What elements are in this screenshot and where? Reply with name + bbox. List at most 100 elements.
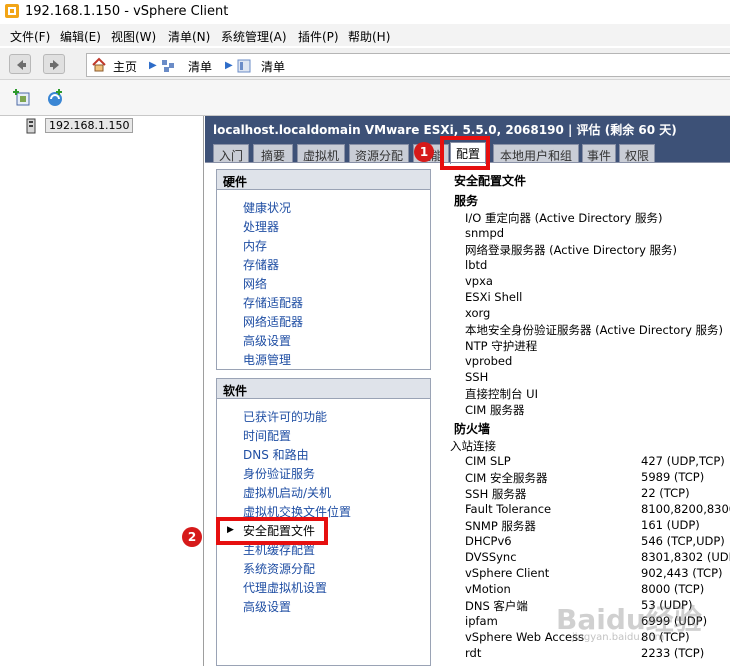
firewall-rule-name: ipfam [465, 614, 498, 628]
title-bar: 192.168.1.150 - vSphere Client [0, 0, 730, 24]
menu-file[interactable]: 文件(F) [10, 28, 50, 45]
menu-administration[interactable]: 系统管理(A) [221, 28, 287, 45]
firewall-rule-ports: 8100,8200,8300 (TCP [641, 502, 730, 516]
service-item: 本地安全身份验证服务器 (Active Directory 服务) [465, 323, 724, 337]
service-item: I/O 重定向器 (Active Directory 服务) [465, 211, 663, 225]
tab-local-users-groups[interactable]: 本地用户和组 [493, 144, 579, 162]
firewall-rule-ports: 8301,8302 (UDP) [641, 550, 730, 564]
link-processors[interactable]: 处理器 [243, 218, 279, 235]
breadcrumb: 主页 ▶ 清单 ▶ 清单 [86, 53, 730, 77]
firewall-rule-ports: 2233 (TCP) [641, 646, 705, 660]
service-item: 直接控制台 UI [465, 387, 538, 401]
link-storage[interactable]: 存储器 [243, 256, 279, 273]
service-item: xorg [465, 306, 491, 320]
vsphere-app-icon [5, 4, 19, 18]
forward-arrow-icon [50, 60, 59, 70]
firewall-rule-ports: 902,443 (TCP) [641, 566, 723, 580]
firewall-rule-ports: 22 (TCP) [641, 486, 690, 500]
tab-permissions[interactable]: 权限 [619, 144, 655, 162]
annotation-box-config-tab [440, 136, 490, 170]
firewall-rule-name: DNS 客户端 [465, 599, 528, 613]
navigation-bar: 主页 ▶ 清单 ▶ 清单 [0, 48, 730, 80]
link-memory[interactable]: 内存 [243, 237, 267, 254]
link-power-management[interactable]: 电源管理 [243, 351, 291, 368]
link-time-configuration[interactable]: 时间配置 [243, 427, 291, 444]
hardware-heading: 硬件 [217, 170, 430, 190]
new-vm-icon[interactable] [44, 87, 66, 109]
menu-bar: 文件(F) 编辑(E) 视图(W) 清单(N) 系统管理(A) 插件(P) 帮助… [0, 24, 730, 46]
tab-resource-allocation[interactable]: 资源分配 [349, 144, 409, 162]
service-item: vprobed [465, 354, 513, 368]
service-item: 网络登录服务器 (Active Directory 服务) [465, 243, 678, 257]
software-heading: 软件 [217, 379, 430, 399]
server-icon [26, 118, 36, 134]
link-authentication-services[interactable]: 身份验证服务 [243, 465, 315, 482]
service-item: lbtd [465, 258, 488, 272]
hardware-panel: 硬件 健康状况 处理器 内存 存储器 网络 存储适配器 网络适配器 高级设置 电… [216, 169, 431, 370]
annotation-badge-1: 1 [414, 142, 434, 162]
menu-edit[interactable]: 编辑(E) [60, 28, 101, 45]
link-system-resource-allocation[interactable]: 系统资源分配 [243, 560, 315, 577]
link-networking[interactable]: 网络 [243, 275, 267, 292]
firewall-rule-name: SSH 服务器 [465, 487, 527, 501]
firewall-rule-ports: 546 (TCP,UDP) [641, 534, 725, 548]
link-advanced-settings-hw[interactable]: 高级设置 [243, 332, 291, 349]
breadcrumb-separator-icon: ▶ [225, 60, 233, 71]
menu-help[interactable]: 帮助(H) [348, 28, 390, 45]
detail-title: 安全配置文件 [454, 174, 527, 188]
back-arrow-icon [17, 60, 26, 70]
link-storage-adapters[interactable]: 存储适配器 [243, 294, 303, 311]
service-item: NTP 守护进程 [465, 339, 538, 353]
service-item: CIM 服务器 [465, 403, 525, 417]
firewall-rule-ports: 8000 (TCP) [641, 582, 705, 596]
services-heading: 服务 [454, 194, 479, 208]
tree-host-node[interactable]: 192.168.1.150 [45, 118, 134, 133]
firewall-rule-ports: 5989 (TCP) [641, 470, 705, 484]
toolbar [0, 80, 730, 116]
tab-virtual-machines[interactable]: 虚拟机 [297, 144, 345, 162]
link-network-adapters[interactable]: 网络适配器 [243, 313, 303, 330]
firewall-rule-name: CIM SLP [465, 454, 511, 468]
link-agent-vm-settings[interactable]: 代理虚拟机设置 [243, 579, 327, 596]
annotation-box-security-profile [216, 517, 328, 545]
incoming-connections-label: 入站连接 [450, 439, 496, 453]
firewall-rule-name: vMotion [465, 582, 511, 596]
menu-view[interactable]: 视图(W) [111, 28, 156, 45]
menu-inventory[interactable]: 清单(N) [168, 28, 210, 45]
service-item: SSH [465, 370, 489, 384]
link-vm-startup-shutdown[interactable]: 虚拟机启动/关机 [243, 484, 331, 501]
firewall-rule-name: Fault Tolerance [465, 502, 552, 516]
breadcrumb-inventory[interactable]: 清单 [188, 58, 212, 75]
link-health-status[interactable]: 健康状况 [243, 199, 291, 216]
service-item: ESXi Shell [465, 290, 523, 304]
firewall-rule-ports: 427 (UDP,TCP) [641, 454, 725, 468]
firewall-rule-name: CIM 安全服务器 [465, 471, 548, 485]
tab-summary[interactable]: 摘要 [253, 144, 293, 162]
link-licensed-features[interactable]: 已获许可的功能 [243, 408, 327, 425]
inventory-icon [162, 60, 174, 72]
breadcrumb-inventory-2[interactable]: 清单 [261, 58, 285, 75]
baidu-watermark-url: jingyan.baidu.com [572, 632, 665, 643]
breadcrumb-home[interactable]: 主页 [113, 58, 137, 75]
firewall-rule-name: DHCPv6 [465, 534, 512, 548]
menu-plugins[interactable]: 插件(P) [298, 28, 339, 45]
window-title: 192.168.1.150 - vSphere Client [25, 4, 229, 19]
inventory-tree: 192.168.1.150 [0, 116, 204, 666]
add-host-icon[interactable] [12, 87, 34, 109]
firewall-rule-name: vSphere Client [465, 566, 550, 580]
link-dns-routing[interactable]: DNS 和路由 [243, 446, 309, 463]
home-icon[interactable] [91, 57, 107, 73]
back-button[interactable] [9, 54, 31, 74]
firewall-rule-name: rdt [465, 646, 482, 660]
firewall-rule-name: SNMP 服务器 [465, 519, 536, 533]
firewall-rule-ports: 161 (UDP) [641, 518, 700, 532]
breadcrumb-separator-icon: ▶ [149, 60, 157, 71]
tab-events[interactable]: 事件 [582, 144, 616, 162]
inventory-icon [237, 59, 251, 73]
service-item: vpxa [465, 274, 493, 288]
link-advanced-settings-sw[interactable]: 高级设置 [243, 598, 291, 615]
firewall-heading: 防火墙 [454, 422, 491, 436]
tab-getting-started[interactable]: 入门 [213, 144, 249, 162]
annotation-badge-2: 2 [182, 527, 202, 547]
forward-button[interactable] [43, 54, 65, 74]
